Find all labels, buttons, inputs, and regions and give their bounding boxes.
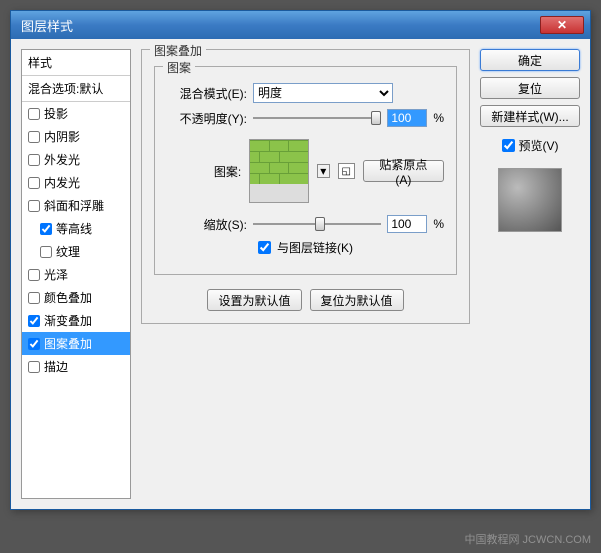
style-label: 光泽 xyxy=(44,266,68,283)
pattern-label: 图案: xyxy=(167,163,241,180)
opacity-slider[interactable] xyxy=(253,109,381,127)
pattern-swatch[interactable] xyxy=(249,139,309,203)
style-checkbox[interactable] xyxy=(28,200,40,212)
new-style-button[interactable]: 新建样式(W)... xyxy=(480,105,580,127)
style-label: 外发光 xyxy=(44,151,80,168)
style-label: 等高线 xyxy=(56,220,92,237)
style-item[interactable]: 外发光 xyxy=(22,148,130,171)
percent-label: % xyxy=(433,111,444,125)
opacity-input[interactable] xyxy=(387,109,427,127)
style-label: 斜面和浮雕 xyxy=(44,197,104,214)
style-item[interactable]: 纹理 xyxy=(22,240,130,263)
blend-mode-select[interactable]: 明度 xyxy=(253,83,393,103)
blend-mode-label: 混合模式(E): xyxy=(167,85,247,102)
style-checkbox[interactable] xyxy=(28,177,40,189)
scale-slider[interactable] xyxy=(253,215,381,233)
scale-input[interactable] xyxy=(387,215,427,233)
pattern-overlay-group: 图案叠加 图案 混合模式(E): 明度 不透明度(Y): xyxy=(141,49,470,324)
style-item[interactable]: 描边 xyxy=(22,355,130,378)
style-checkbox[interactable] xyxy=(28,154,40,166)
style-label: 纹理 xyxy=(56,243,80,260)
style-label: 内发光 xyxy=(44,174,80,191)
style-label: 描边 xyxy=(44,358,68,375)
opacity-label: 不透明度(Y): xyxy=(167,110,247,127)
style-checkbox[interactable] xyxy=(28,108,40,120)
opacity-row: 不透明度(Y): % xyxy=(167,109,444,127)
style-checkbox[interactable] xyxy=(28,269,40,281)
style-item[interactable]: 颜色叠加 xyxy=(22,286,130,309)
slider-thumb[interactable] xyxy=(315,217,325,231)
reset-button[interactable]: 复位 xyxy=(480,77,580,99)
preview-row: 预览(V) xyxy=(480,137,580,154)
scale-label: 缩放(S): xyxy=(167,216,247,233)
styles-header[interactable]: 样式 xyxy=(22,50,130,76)
layer-style-dialog: 图层样式 ✕ 样式 混合选项:默认 投影内阴影外发光内发光斜面和浮雕等高线纹理光… xyxy=(10,10,591,510)
close-icon: ✕ xyxy=(557,18,567,32)
style-label: 投影 xyxy=(44,105,68,122)
style-item[interactable]: 投影 xyxy=(22,102,130,125)
style-label: 颜色叠加 xyxy=(44,289,92,306)
style-item[interactable]: 内阴影 xyxy=(22,125,130,148)
preview-checkbox[interactable] xyxy=(502,139,515,152)
style-checkbox[interactable] xyxy=(40,223,52,235)
pattern-picker-arrow[interactable]: ▾ xyxy=(317,164,330,178)
link-row: 与图层链接(K) xyxy=(167,239,444,256)
dialog-content: 样式 混合选项:默认 投影内阴影外发光内发光斜面和浮雕等高线纹理光泽颜色叠加渐变… xyxy=(11,39,590,509)
scale-row: 缩放(S): % xyxy=(167,215,444,233)
style-item[interactable]: 等高线 xyxy=(22,217,130,240)
style-checkbox[interactable] xyxy=(28,131,40,143)
ok-button[interactable]: 确定 xyxy=(480,49,580,71)
style-item[interactable]: 斜面和浮雕 xyxy=(22,194,130,217)
style-list: 投影内阴影外发光内发光斜面和浮雕等高线纹理光泽颜色叠加渐变叠加图案叠加描边 xyxy=(22,102,130,378)
blend-mode-row: 混合模式(E): 明度 xyxy=(167,83,444,103)
style-checkbox[interactable] xyxy=(28,338,40,350)
watermark: 中国教程网 JCWCN.COM xyxy=(465,531,592,547)
snap-origin-button[interactable]: 贴紧原点(A) xyxy=(363,160,444,182)
group-title: 图案叠加 xyxy=(150,42,206,59)
style-checkbox[interactable] xyxy=(40,246,52,258)
pattern-group: 图案 混合模式(E): 明度 不透明度(Y): % xyxy=(154,66,457,275)
style-checkbox[interactable] xyxy=(28,361,40,373)
pattern-row: 图案: ▾ ◱ 贴紧原点(A) xyxy=(167,139,444,203)
preview-thumbnail xyxy=(498,168,562,232)
style-label: 内阴影 xyxy=(44,128,80,145)
style-item[interactable]: 内发光 xyxy=(22,171,130,194)
style-item[interactable]: 光泽 xyxy=(22,263,130,286)
options-panel: 图案叠加 图案 混合模式(E): 明度 不透明度(Y): xyxy=(141,49,470,499)
style-checkbox[interactable] xyxy=(28,292,40,304)
new-preset-icon[interactable]: ◱ xyxy=(338,163,355,179)
slider-thumb[interactable] xyxy=(371,111,381,125)
style-checkbox[interactable] xyxy=(28,315,40,327)
close-button[interactable]: ✕ xyxy=(540,16,584,34)
blend-options-header[interactable]: 混合选项:默认 xyxy=(22,76,130,102)
link-label: 与图层链接(K) xyxy=(277,239,353,256)
reset-default-button[interactable]: 复位为默认值 xyxy=(310,289,404,311)
style-label: 图案叠加 xyxy=(44,335,92,352)
preview-label: 预览(V) xyxy=(519,137,559,154)
style-label: 渐变叠加 xyxy=(44,312,92,329)
pattern-group-title: 图案 xyxy=(163,59,195,76)
chevron-down-icon: ▾ xyxy=(320,164,326,178)
percent-label: % xyxy=(433,217,444,231)
defaults-row: 设置为默认值 复位为默认值 xyxy=(154,289,457,311)
link-with-layer-checkbox[interactable] xyxy=(258,241,271,254)
style-item[interactable]: 渐变叠加 xyxy=(22,309,130,332)
style-item[interactable]: 图案叠加 xyxy=(22,332,130,355)
styles-panel: 样式 混合选项:默认 投影内阴影外发光内发光斜面和浮雕等高线纹理光泽颜色叠加渐变… xyxy=(21,49,131,499)
actions-panel: 确定 复位 新建样式(W)... 预览(V) xyxy=(480,49,580,499)
titlebar[interactable]: 图层样式 ✕ xyxy=(11,11,590,39)
set-default-button[interactable]: 设置为默认值 xyxy=(207,289,301,311)
slider-track xyxy=(253,117,381,119)
window-title: 图层样式 xyxy=(17,16,73,35)
